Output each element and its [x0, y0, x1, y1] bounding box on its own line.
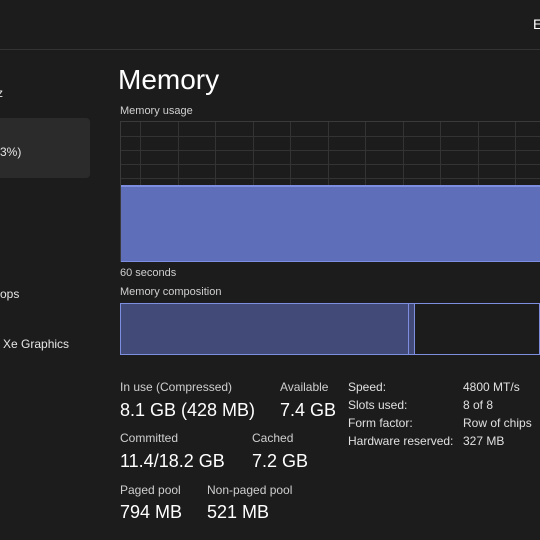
speed-value: 4800 MT/s: [463, 380, 520, 394]
in-use-label: In use (Compressed): [120, 380, 233, 394]
page-title: Memory: [118, 64, 220, 95]
cached-value: 7.2 GB: [252, 451, 309, 471]
form-factor-value: Row of chips: [463, 416, 532, 430]
non-paged-pool-label: Non-paged pool: [207, 483, 293, 497]
memory-composition-label: Memory composition: [120, 286, 222, 298]
sidebar-item-apps[interactable]: ops: [0, 287, 19, 301]
speed-key: Speed:: [348, 380, 387, 394]
composition-standby: [414, 304, 539, 354]
hardware-reserved-key: Hardware reserved:: [348, 434, 454, 448]
non-paged-pool-value: 521 MB: [207, 502, 270, 522]
sidebar-item-memory-label: 3%): [0, 145, 22, 159]
header-divider: [0, 49, 540, 50]
available-label: Available: [280, 380, 329, 394]
memory-usage-label: Memory usage: [120, 105, 193, 117]
in-use-value: 8.1 GB (428 MB): [120, 400, 256, 420]
slots-value: 8 of 8: [463, 398, 494, 412]
slots-key: Slots used:: [348, 398, 408, 412]
memory-composition-bar: [120, 303, 540, 355]
time-span-label: 60 seconds: [120, 267, 177, 279]
sidebar-item-gpu[interactable]: Xe Graphics: [3, 337, 69, 351]
committed-value: 11.4/18.2 GB: [120, 451, 225, 471]
memory-usage-fill: [121, 184, 540, 262]
sidebar-item-partial[interactable]: z: [0, 86, 3, 100]
memory-usage-graph: [120, 121, 540, 262]
header-partial-button[interactable]: E: [533, 16, 540, 32]
cached-label: Cached: [252, 431, 294, 445]
composition-in-use: [121, 304, 409, 354]
paged-pool-label: Paged pool: [120, 483, 181, 497]
committed-label: Committed: [120, 431, 179, 445]
hardware-reserved-value: 327 MB: [463, 434, 505, 448]
form-factor-key: Form factor:: [348, 416, 413, 430]
available-value: 7.4 GB: [280, 400, 337, 420]
paged-pool-value: 794 MB: [120, 502, 183, 522]
